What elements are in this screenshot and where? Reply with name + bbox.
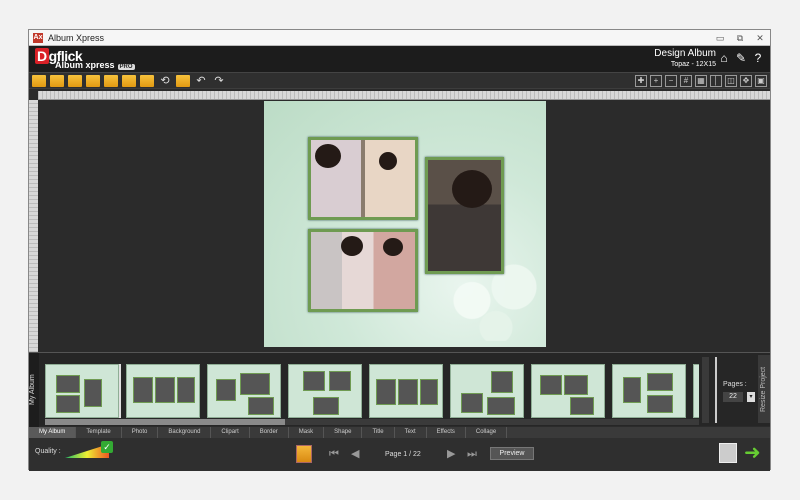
app-icon: Ax bbox=[33, 32, 43, 43]
redo-icon[interactable]: ↷ bbox=[212, 75, 226, 87]
page-thumbnail[interactable] bbox=[450, 364, 524, 418]
fit-page-icon[interactable]: ◫ bbox=[725, 75, 737, 87]
page-thumbnail[interactable] bbox=[45, 364, 121, 418]
photo-frame-3[interactable] bbox=[425, 157, 504, 274]
grid-fine-icon[interactable]: ▦ bbox=[695, 75, 707, 87]
mode-label: Design Album bbox=[654, 48, 716, 59]
actual-size-icon[interactable]: ▣ bbox=[755, 75, 767, 87]
first-page-icon[interactable]: ⏮ bbox=[329, 449, 339, 460]
restore-button[interactable]: ⧉ bbox=[730, 31, 750, 45]
last-page-icon[interactable]: ⏭ bbox=[467, 449, 477, 460]
tab-shape[interactable]: Shape bbox=[324, 427, 363, 438]
quality-label: Quality : bbox=[35, 448, 61, 455]
tab-my-album[interactable]: My Album bbox=[29, 427, 77, 438]
page-thumbnail[interactable] bbox=[693, 364, 699, 418]
preview-button[interactable]: Preview bbox=[490, 447, 534, 460]
pages-control: Pages : 22 ▾ bbox=[715, 357, 757, 423]
pages-label: Pages : bbox=[723, 381, 747, 388]
app-header: Dgflick Album xpress PRO Design Album Top… bbox=[29, 46, 770, 73]
previous-page-icon[interactable]: ◀ bbox=[351, 449, 359, 460]
status-bar: Quality : ✓ ⏮ ◀ Page 1 / 22 ▶ ⏭ Preview … bbox=[29, 438, 770, 471]
page-thumbnail[interactable] bbox=[369, 364, 443, 418]
tab-border[interactable]: Border bbox=[250, 427, 289, 438]
page-thumbnail[interactable] bbox=[531, 364, 605, 418]
move-icon[interactable]: ✥ bbox=[740, 75, 752, 87]
filmstrip-title: My Album bbox=[29, 353, 39, 427]
pro-badge: PRO bbox=[117, 64, 135, 70]
tab-mask[interactable]: Mask bbox=[289, 427, 325, 438]
page-layout-icon[interactable] bbox=[296, 445, 312, 463]
filmstrip-panel: My Album Pages: 22 ▾ Resize Project bbox=[29, 352, 770, 427]
page-thumbnail[interactable] bbox=[207, 364, 281, 418]
tab-title[interactable]: Title bbox=[362, 427, 395, 438]
vertical-ruler bbox=[29, 100, 38, 352]
next-arrow-icon[interactable]: ➜ bbox=[744, 443, 766, 463]
tab-text[interactable]: Text bbox=[395, 427, 427, 438]
horizontal-ruler bbox=[38, 91, 770, 100]
app-window: Ax Album Xpress ▭ ⧉ ✕ Dgflick Album xpre… bbox=[28, 29, 771, 471]
resize-project-button[interactable]: Resize Project bbox=[758, 355, 770, 423]
page-thumbnails bbox=[45, 364, 699, 418]
zoom-out-icon[interactable]: − bbox=[665, 75, 677, 87]
eyedropper-icon[interactable]: ✚ bbox=[635, 75, 647, 87]
page-indicator: Page 1 / 22 bbox=[385, 451, 421, 458]
main-toolbar: ⟲ ↶ ↷ ✚ + − # ▦ │ ◫ ✥ ▣ bbox=[29, 73, 770, 89]
check-icon: ✓ bbox=[101, 441, 113, 453]
page-thumbnail[interactable] bbox=[126, 364, 200, 418]
page-thumbnail[interactable] bbox=[612, 364, 686, 418]
tab-clipart[interactable]: Clipart bbox=[211, 427, 250, 438]
album-page[interactable] bbox=[264, 101, 546, 347]
zoom-in-icon[interactable]: + bbox=[650, 75, 662, 87]
save-icon[interactable] bbox=[50, 74, 64, 87]
printer-icon[interactable] bbox=[719, 443, 737, 463]
filmstrip-scrollbar[interactable] bbox=[45, 419, 699, 425]
tab-photo[interactable]: Photo bbox=[122, 427, 159, 438]
home-icon[interactable]: ⌂ bbox=[718, 52, 730, 64]
copy-icon[interactable] bbox=[122, 74, 136, 87]
tab-collage[interactable]: Collage bbox=[466, 427, 508, 438]
save-as-icon[interactable] bbox=[68, 74, 82, 87]
close-button[interactable]: ✕ bbox=[750, 31, 770, 45]
open-folder-icon[interactable] bbox=[32, 74, 46, 87]
photo-frame-1[interactable] bbox=[308, 137, 418, 220]
design-canvas[interactable] bbox=[38, 100, 770, 352]
guides-icon[interactable]: │ bbox=[710, 75, 722, 87]
undo-icon[interactable]: ↶ bbox=[194, 75, 208, 87]
tab-template[interactable]: Template bbox=[76, 427, 122, 438]
export-icon[interactable] bbox=[86, 74, 100, 87]
pages-dropdown-icon[interactable]: ▾ bbox=[747, 392, 755, 402]
print-icon[interactable] bbox=[104, 74, 118, 87]
filmstrip-vertical-scrollbar[interactable] bbox=[702, 357, 709, 423]
tab-effects[interactable]: Effects bbox=[427, 427, 466, 438]
minimize-button[interactable]: ▭ bbox=[710, 31, 730, 45]
help-icon[interactable]: ? bbox=[752, 52, 764, 64]
window-title: Album Xpress bbox=[48, 32, 105, 43]
title-bar: Ax Album Xpress ▭ ⧉ ✕ bbox=[29, 30, 770, 46]
photo-frame-2[interactable] bbox=[308, 229, 418, 312]
tab-background[interactable]: Background bbox=[158, 427, 212, 438]
paste-icon[interactable] bbox=[140, 74, 154, 87]
text-tool-icon[interactable] bbox=[176, 74, 190, 87]
album-size-label: Topaz - 12X15 bbox=[670, 61, 716, 68]
grid-icon[interactable]: # bbox=[680, 75, 692, 87]
library-tabs: My Album Template Photo Background Clipa… bbox=[29, 427, 770, 438]
page-thumbnail[interactable] bbox=[288, 364, 362, 418]
next-page-icon[interactable]: ▶ bbox=[447, 449, 455, 460]
rotate-icon[interactable]: ⟲ bbox=[158, 75, 172, 87]
pages-count-input[interactable]: 22 bbox=[723, 392, 743, 402]
app-name: Album xpress PRO bbox=[55, 60, 135, 70]
wrench-icon[interactable]: ✎ bbox=[735, 52, 747, 64]
